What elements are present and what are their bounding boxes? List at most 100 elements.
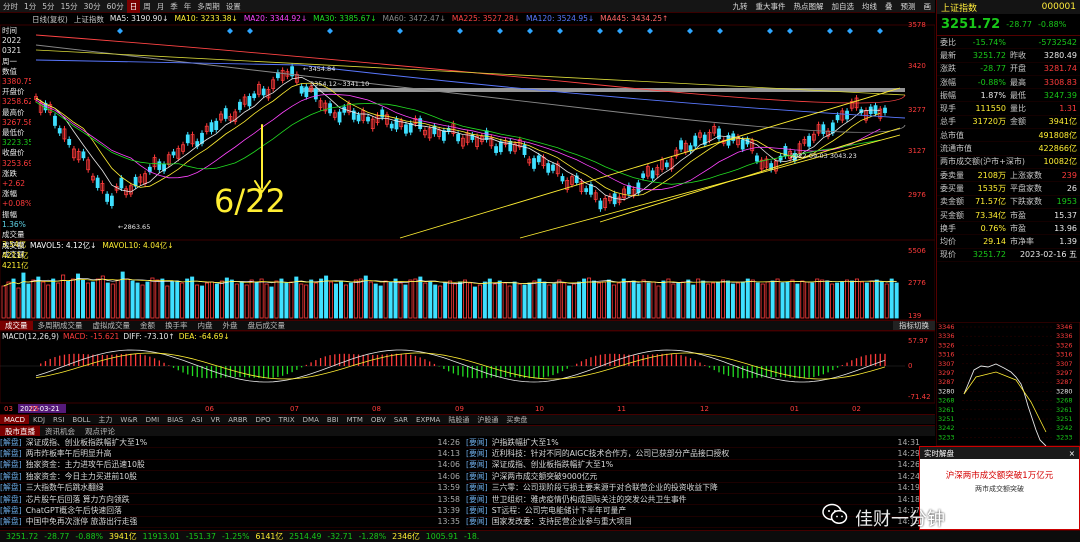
price-axis-label: 3277 [908,106,926,114]
volume-bar [502,282,507,319]
indicator-tab[interactable]: ASI [187,415,206,424]
volume-subtab[interactable]: 盘后成交量 [243,321,291,330]
indicator-tab[interactable]: KDJ [29,415,49,424]
volume-bar [95,278,100,319]
volume-subtab[interactable]: 内盘 [193,321,218,330]
indicator-tab[interactable]: MTM [343,415,367,424]
mini-left-axis-label: 3280 [938,387,955,395]
indicator-tab[interactable]: BIAS [163,415,187,424]
indicator-tab[interactable]: 陆股通 [444,415,473,424]
news-title[interactable]: 深证成指、创业板指跌幅扩大至1% [492,459,896,470]
news-tab[interactable]: 股市直播 [0,426,40,436]
indicator-tab[interactable]: 主力 [94,415,116,424]
event-marker-icon[interactable] [787,28,793,34]
news-item[interactable]: [解盘] 中国中免再次涨停 旅游出行走强 13:35 [0,516,460,529]
news-item[interactable]: [要闻] 三六零：公司现阶段亏损主要来源于对合联营企业的投资收益下降 14:19 [466,483,920,494]
indicator-tab[interactable]: RSI [49,415,68,424]
volume-subtab[interactable]: 金额 [135,321,160,330]
news-item[interactable]: [解盘] 三大指数午后跳水翻绿 13:59 [0,483,460,494]
news-title[interactable]: 芯片股午后回落 算力方向领跌 [26,494,436,505]
indicator-tab[interactable]: OBV [367,415,390,424]
news-item[interactable]: [要闻] 沪深两市成交额突破9000亿元 14:24 [466,471,920,483]
news-title[interactable]: 中国中免再次涨停 旅游出行走强 [26,516,436,527]
indicator-tab[interactable]: TRIX [275,415,299,424]
event-marker-icon[interactable] [877,28,883,34]
news-item[interactable]: [解盘] 深证成指、创业板指跌幅扩大至1% 14:26 [0,437,460,449]
mini-right-axis-label: 3326 [1056,341,1073,349]
news-item[interactable]: [解盘] 两市炸板率午后明显升高 14:13 [0,448,460,460]
indicator-tab[interactable]: DMA [299,415,323,424]
event-marker-icon[interactable] [527,28,533,34]
event-marker-icon[interactable] [327,28,333,34]
news-item[interactable]: [解盘] 独家资金：主力进攻午后迅速10股 14:06 [0,459,460,472]
news-item[interactable]: [要闻] ST远程：公司完电能储计下半年可量产 14:17 [466,505,920,517]
intraday-mini-chart[interactable]: 3346 33463336 33363326 33263316 33163307 3307… [936,322,1080,446]
news-item[interactable]: [要闻] 近利科技：针对不同的AIGC技术合作方，公司已获部分产品接口授权 14:2… [466,448,920,460]
news-title[interactable]: 近利科技：针对不同的AIGC技术合作方，公司已获部分产品接口授权 [492,448,896,459]
volume-subtab[interactable]: 换手率 [160,321,193,330]
news-title[interactable]: 独家资金：今日主力买进前10股 [26,471,436,482]
news-tab[interactable]: 资讯机会 [40,426,80,436]
news-item[interactable]: [解盘] 独家资金：今日主力买进前10股 14:06 [0,471,460,483]
event-marker-icon[interactable] [497,28,503,34]
news-tab[interactable]: 观点评论 [80,426,120,436]
popup-title[interactable]: 沪深两市成交额突破1万亿元 [920,469,1079,481]
indicator-tab[interactable]: DPO [252,415,275,424]
event-marker-icon[interactable] [247,28,253,34]
news-item[interactable]: [要闻] 沪指跌幅扩大至1% 14:31 [466,437,920,449]
indicator-tab[interactable]: BBI [323,415,343,424]
volume-bar [348,282,353,319]
event-marker-icon[interactable] [827,28,833,34]
close-icon[interactable]: × [1069,449,1079,458]
quote-label: 总市值 [940,130,964,140]
news-title[interactable]: 两市炸板率午后明显升高 [26,448,436,459]
indicator-tab[interactable]: BOLL [68,415,94,424]
volume-bar [279,278,284,319]
news-title[interactable]: 深证成指、创业板指跌幅扩大至1% [26,437,436,448]
event-marker-icon[interactable] [847,28,853,34]
indicator-tab[interactable]: SAR [390,415,412,424]
indicator-tab[interactable]: 沪股通 [473,415,502,424]
news-tag: [解盘] [0,437,22,447]
event-marker-icon[interactable] [227,28,233,34]
volume-bar [353,279,358,319]
news-title[interactable]: ChatGPT概念午后快速回落 [26,505,436,516]
news-title[interactable]: 沪深两市成交额突破9000亿元 [492,471,896,482]
event-marker-icon[interactable] [767,28,773,34]
event-marker-icon[interactable] [557,28,563,34]
volume-bar [487,278,492,319]
indicator-tab[interactable]: MACD [0,415,29,424]
volume-bar [463,279,468,319]
news-title[interactable]: 三大指数午后跳水翻绿 [26,482,436,493]
volume-subtab[interactable]: 虚拟成交量 [88,321,136,330]
news-item[interactable]: [解盘] ChatGPT概念午后快速回落 13:39 [0,505,460,517]
volume-bar [239,281,244,319]
event-marker-icon[interactable] [717,28,723,34]
event-marker-icon[interactable] [597,28,603,34]
news-title[interactable]: 三六零：公司现阶段亏损主要来源于对合联营企业的投资收益下降 [492,482,896,493]
event-marker-icon[interactable] [687,28,693,34]
indicator-tab[interactable]: W&R [116,415,141,424]
volume-subtab[interactable]: 外盘 [218,321,243,330]
indicator-tab[interactable]: EXPMA [412,415,444,424]
news-item[interactable]: [要闻] 世卫组织：雅虎疫情仍构成国际关注的突发公共卫生事件 14:18 [466,494,920,506]
indicator-switch-button[interactable]: 指标切换 [893,321,935,330]
news-title[interactable]: 独家资金：主力进攻午后迅速10股 [26,459,436,470]
news-title[interactable]: 沪指跌幅扩大至1% [492,437,896,448]
news-item[interactable]: [要闻] 深证成指、创业板指跌幅扩大至1% 14:26 [466,459,920,472]
volume-subtab[interactable]: 成交量 [0,321,33,330]
event-marker-icon[interactable] [457,28,463,34]
event-marker-icon[interactable] [397,28,403,34]
indicator-tab[interactable]: ARBR [224,415,251,424]
indicator-tab[interactable]: DMI [142,415,164,424]
candle-body [536,155,541,163]
event-marker-icon[interactable] [617,28,623,34]
indicator-tab[interactable]: VR [207,415,225,424]
event-marker-icon[interactable] [647,28,653,34]
news-item[interactable]: [要闻] 国家发改委：支持民营企业参与重大项目 14:15 [466,517,920,529]
indicator-tab[interactable]: 买卖盘 [502,415,531,424]
event-marker-icon[interactable] [117,28,123,34]
volume-subtab[interactable]: 多周期成交量 [33,321,88,330]
volume-bar [56,282,61,319]
news-item[interactable]: [解盘] 芯片股午后回落 算力方向领跌 13:58 [0,494,460,506]
